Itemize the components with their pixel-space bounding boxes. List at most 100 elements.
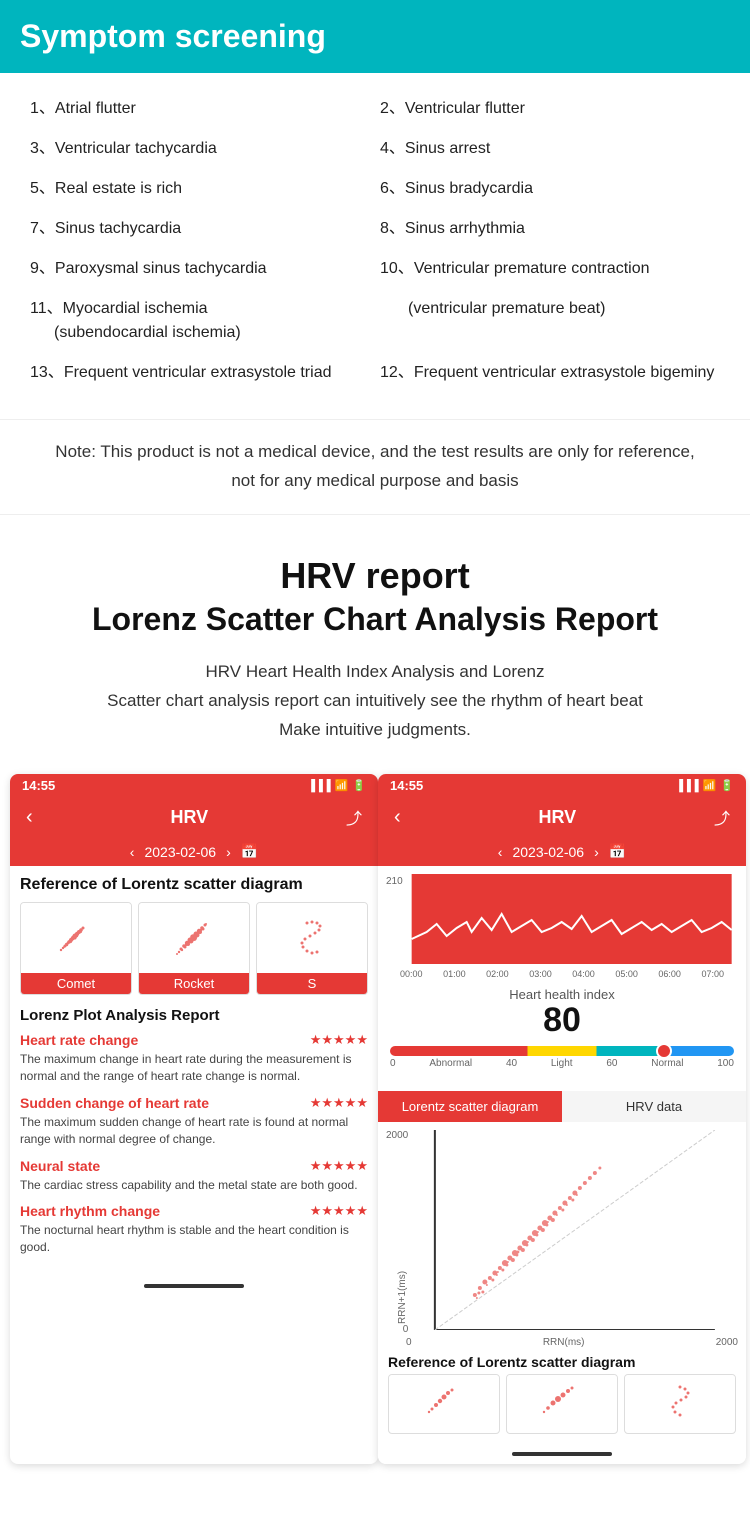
symptom-12: 12、Frequent ventricular extrasystole big… [380, 357, 720, 389]
left-nav-title: HRV [170, 807, 208, 828]
scatter-y-axis: 2000 RRN+1(ms) 0 [386, 1130, 412, 1335]
scatter-x-axis-labels: 0 RRN(ms) 2000 [386, 1337, 738, 1348]
left-next-icon[interactable]: › [226, 844, 231, 860]
lorenz-thumb-rocket[interactable]: Rocket [138, 902, 250, 995]
left-status-time: 14:55 [22, 778, 55, 793]
scatter-plot-svg [412, 1130, 738, 1330]
right-date: 2023-02-06 [512, 844, 584, 860]
metric-heart-rate-change: Heart rate change ★★★★★ The maximum chan… [20, 1032, 368, 1085]
symptom-8: 8、Sinus arrhythmia [380, 213, 720, 245]
hrv-description: HRV Heart Health Index Analysis and Lore… [20, 658, 730, 745]
health-bar-wrapper: 0 Abnormal 40 Light 60 Normal 100 [390, 1046, 734, 1069]
analysis-section: Lorenz Plot Analysis Report Heart rate c… [20, 1007, 368, 1256]
wave-chart-svg [405, 874, 738, 964]
ref-thumb-3[interactable] [624, 1374, 736, 1434]
right-date-bar: ‹ 2023-02-06 › 📅 [378, 837, 746, 866]
metric-desc-2: The maximum sudden change of heart rate … [20, 1114, 368, 1148]
tab-bar: Lorentz scatter diagram HRV data [378, 1091, 746, 1122]
right-status-icons: ▐▐▐ 📶 🔋 [675, 779, 734, 792]
tab-lorentz[interactable]: Lorentz scatter diagram [378, 1091, 562, 1122]
header-banner: Symptom screening [0, 0, 750, 73]
left-status-icons: ▐▐▐ 📶 🔋 [307, 779, 366, 792]
left-share-icon[interactable]: ⤴ [346, 805, 362, 829]
right-bottom-indicator [512, 1452, 612, 1456]
right-phone-screen: 14:55 ▐▐▐ 📶 🔋 ‹ HRV ⤴ ‹ 2023-02-06 › 📅 2… [378, 774, 746, 1463]
lorenz-thumbnails: Comet [20, 902, 368, 995]
wave-y-max: 210 [386, 874, 403, 887]
hrv-title: HRV report [20, 555, 730, 597]
analysis-title: Lorenz Plot Analysis Report [20, 1007, 368, 1024]
heart-health-label: Heart health index [390, 987, 734, 1002]
metric-stars-1: ★★★★★ [310, 1032, 368, 1048]
lorenz-thumb-s[interactable]: S [256, 902, 368, 995]
heart-health-value: 80 [390, 1002, 734, 1039]
right-prev-icon[interactable]: ‹ [498, 844, 503, 860]
metric-stars-2: ★★★★★ [310, 1095, 368, 1111]
left-bottom-bar [10, 1276, 378, 1296]
health-bar-labels: 0 Abnormal 40 Light 60 Normal 100 [390, 1058, 734, 1069]
health-bar-marker [656, 1043, 672, 1059]
hrv-heading-section: HRV report Lorenz Scatter Chart Analysis… [0, 525, 750, 775]
right-nav-title: HRV [538, 807, 576, 828]
metric-desc-4: The nocturnal heart rhythm is stable and… [20, 1222, 368, 1256]
right-nav-bar: ‹ HRV ⤴ [378, 797, 746, 837]
scatter-plot-area: 2000 RRN+1(ms) 0 [378, 1122, 746, 1348]
symptom-1: 1、Atrial flutter [30, 93, 370, 125]
right-status-bar: 14:55 ▐▐▐ 📶 🔋 [378, 774, 746, 797]
health-bar [390, 1046, 734, 1056]
metric-neural-state: Neural state ★★★★★ The cardiac stress ca… [20, 1158, 368, 1194]
left-nav-bar: ‹ HRV ⤴ [10, 797, 378, 837]
left-phone-screen: 14:55 ▐▐▐ 📶 🔋 ‹ HRV ⤴ ‹ 2023-02-06 › 📅 R… [10, 774, 378, 1463]
lorenz-thumb-comet[interactable]: Comet [20, 902, 132, 995]
battery-icon: 🔋 [352, 779, 366, 792]
comet-label: Comet [21, 973, 131, 994]
right-share-icon[interactable]: ⤴ [714, 805, 730, 829]
ref-thumb-2[interactable] [506, 1374, 618, 1434]
right-status-time: 14:55 [390, 778, 423, 793]
symptom-3: 3、Ventricular tachycardia [30, 133, 370, 165]
symptom-section: 1、Atrial flutter 2、Ventricular flutter 3… [0, 73, 750, 409]
left-bottom-indicator [144, 1284, 244, 1288]
s-label: S [257, 973, 367, 994]
metric-name-2: Sudden change of heart rate [20, 1095, 209, 1111]
hrv-subtitle-title: Lorenz Scatter Chart Analysis Report [20, 601, 730, 638]
metric-desc-3: The cardiac stress capability and the me… [20, 1177, 368, 1194]
heart-health-section: Heart health index 80 0 Abnormal 40 Ligh… [378, 979, 746, 1082]
left-date: 2023-02-06 [144, 844, 216, 860]
signal-icon: ▐▐▐ [307, 780, 330, 792]
right-calendar-icon[interactable]: 📅 [609, 843, 626, 860]
symptom-2: 2、Ventricular flutter [380, 93, 720, 125]
right-bottom-bar [378, 1444, 746, 1464]
metric-stars-4: ★★★★★ [310, 1203, 368, 1219]
left-back-icon[interactable]: ‹ [26, 806, 33, 829]
right-back-icon[interactable]: ‹ [394, 806, 401, 829]
s-image [257, 903, 367, 973]
symptom-11: 11、Myocardial ischemia (subendocardial i… [30, 293, 370, 349]
metric-desc-1: The maximum change in heart rate during … [20, 1051, 368, 1085]
scatter-ref-title: Reference of Lorentz scatter diagram [20, 876, 368, 894]
metric-name-3: Neural state [20, 1158, 100, 1174]
symptom-grid: 1、Atrial flutter 2、Ventricular flutter 3… [30, 93, 720, 389]
scatter-y-max: 2000 [386, 1130, 408, 1141]
metric-name-4: Heart rhythm change [20, 1203, 160, 1219]
left-date-bar: ‹ 2023-02-06 › 📅 [10, 837, 378, 866]
right-lorenz-ref-title: Reference of Lorentz scatter diagram [378, 1348, 746, 1374]
rocket-label: Rocket [139, 973, 249, 994]
symptom-10-sub: (ventricular premature beat) [380, 293, 720, 349]
ref-thumb-1[interactable] [388, 1374, 500, 1434]
scatter-y-min: 0 [403, 1324, 409, 1335]
scatter-y-label: RRN+1(ms) [397, 1141, 408, 1324]
metric-sudden-change: Sudden change of heart rate ★★★★★ The ma… [20, 1095, 368, 1148]
note-section: Note: This product is not a medical devi… [0, 419, 750, 515]
right-next-icon[interactable]: › [594, 844, 599, 860]
tab-hrv-data[interactable]: HRV data [562, 1091, 746, 1122]
rocket-image [139, 903, 249, 973]
phones-container: 14:55 ▐▐▐ 📶 🔋 ‹ HRV ⤴ ‹ 2023-02-06 › 📅 R… [0, 774, 750, 1463]
comet-image [21, 903, 131, 973]
left-prev-icon[interactable]: ‹ [130, 844, 135, 860]
right-lorenz-ref-thumbs [378, 1374, 746, 1444]
wifi-icon: 📶 [335, 779, 349, 792]
wave-chart-container: 210 00:00 01:00 02:00 03:00 04:00 [378, 866, 746, 979]
left-calendar-icon[interactable]: 📅 [241, 843, 258, 860]
right-signal-icon: ▐▐▐ [675, 780, 698, 792]
